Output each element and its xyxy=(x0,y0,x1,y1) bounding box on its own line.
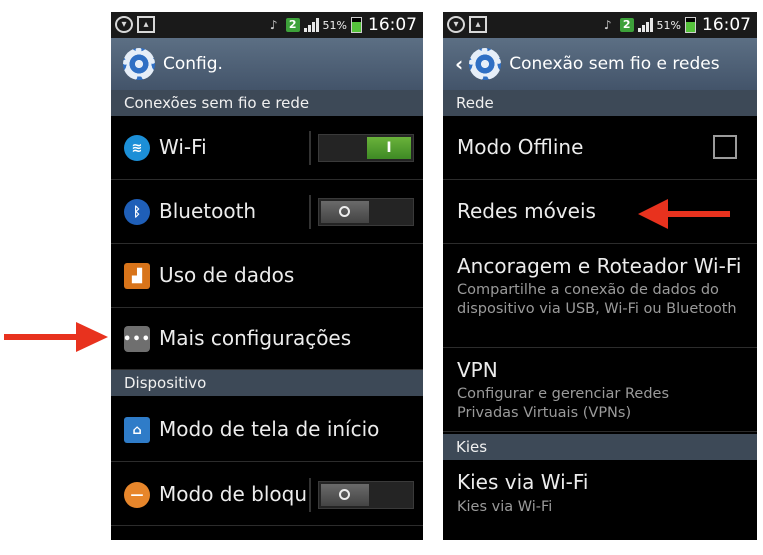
settings-screen-left: ▾ ▴ ♪ 2 51% 16:07 Config. Conexões sem f… xyxy=(111,12,423,540)
settings-item-label: Wi-Fi xyxy=(159,135,207,159)
home-screen-icon: ⌂ xyxy=(124,417,150,443)
settings-item-description: Configurar e gerenciar Redes Privadas Vi… xyxy=(457,386,670,421)
settings-item-kies-wifi[interactable]: Kies via Wi-Fi Kies via Wi-Fi xyxy=(443,460,757,526)
clock: 16:07 xyxy=(368,15,417,35)
settings-item-label: Modo de tela de início xyxy=(159,417,380,441)
settings-item-block-mode[interactable]: — Modo de bloqu xyxy=(111,462,423,526)
settings-item-label: Uso de dados xyxy=(159,263,295,287)
settings-item-label: Modo Offline xyxy=(457,135,584,159)
settings-item-label: Mais configurações xyxy=(159,326,352,350)
status-bar: ▾ ▴ ♪ 2 51% 16:07 xyxy=(111,12,423,38)
battery-icon xyxy=(351,17,362,33)
image-notification-icon: ▴ xyxy=(469,16,487,33)
settings-item-tethering[interactable]: Ancoragem e Roteador Wi-Fi Compartilhe a… xyxy=(443,244,757,348)
section-header-kies: Kies xyxy=(443,434,757,460)
settings-item-label: Kies via Wi-Fi xyxy=(457,470,589,494)
settings-item-label: Modo de bloqu xyxy=(159,482,307,506)
gear-icon[interactable] xyxy=(469,48,502,80)
bluetooth-icon: ᛒ xyxy=(124,199,150,225)
signal-icon xyxy=(637,18,653,32)
status-bar: ▾ ▴ ♪ 2 51% 16:07 xyxy=(443,12,757,38)
settings-item-wifi[interactable]: ≋ Wi-Fi I xyxy=(111,116,423,180)
section-header-wireless: Conexões sem fio e rede xyxy=(111,90,423,116)
toggle-on-knob: I xyxy=(367,137,411,159)
offline-mode-checkbox[interactable] xyxy=(713,135,737,159)
battery-icon xyxy=(685,17,696,33)
section-header-network: Rede xyxy=(443,90,757,116)
more-icon: ••• xyxy=(123,326,150,352)
settings-item-vpn[interactable]: VPN Configurar e gerenciar Redes Privada… xyxy=(443,348,757,432)
toggle-off-knob xyxy=(321,201,369,223)
wifi-toggle[interactable]: I xyxy=(318,134,414,162)
notification-badge: 2 xyxy=(285,18,300,32)
toggle-off-knob xyxy=(321,484,369,506)
annotation-arrow-left xyxy=(638,199,730,229)
gear-icon[interactable] xyxy=(123,48,155,80)
settings-item-data-usage[interactable]: ▟ Uso de dados xyxy=(111,244,423,308)
annotation-arrow-right xyxy=(4,322,108,352)
settings-item-offline-mode[interactable]: Modo Offline xyxy=(443,116,757,180)
settings-item-label: Ancoragem e Roteador Wi-Fi xyxy=(457,254,742,278)
settings-item-label: Redes móveis xyxy=(457,199,596,223)
settings-item-label: Bluetooth xyxy=(159,199,257,223)
alarm-icon: ♪ xyxy=(269,18,278,32)
notification-icon: ▾ xyxy=(115,16,133,33)
settings-item-label: VPN xyxy=(457,358,498,382)
signal-icon xyxy=(303,18,319,32)
divider xyxy=(309,478,311,512)
action-bar: Config. xyxy=(111,38,423,90)
settings-item-home-screen-mode[interactable]: ⌂ Modo de tela de início xyxy=(111,396,423,462)
bluetooth-toggle[interactable] xyxy=(318,198,414,226)
settings-item-more[interactable]: ••• Mais configurações xyxy=(111,308,423,370)
divider xyxy=(309,195,311,229)
image-notification-icon: ▴ xyxy=(137,16,155,33)
battery-percent: 51% xyxy=(322,18,347,32)
action-bar: ‹ Conexão sem fio e redes xyxy=(443,38,757,90)
settings-item-description: Compartilhe a conexão de dados do dispos… xyxy=(457,282,737,317)
block-mode-toggle[interactable] xyxy=(318,481,414,509)
settings-item-bluetooth[interactable]: ᛒ Bluetooth xyxy=(111,180,423,244)
block-mode-icon: — xyxy=(124,482,150,508)
divider xyxy=(309,131,311,165)
wifi-icon: ≋ xyxy=(124,135,150,161)
battery-percent: 51% xyxy=(656,18,681,32)
data-usage-icon: ▟ xyxy=(124,263,150,289)
settings-screen-right: ▾ ▴ ♪ 2 51% 16:07 ‹ Conexão sem fio e re… xyxy=(443,12,757,540)
alarm-icon: ♪ xyxy=(603,18,612,32)
notification-badge: 2 xyxy=(619,18,634,32)
back-chevron-icon[interactable]: ‹ xyxy=(455,52,463,76)
page-title: Config. xyxy=(163,54,223,74)
clock: 16:07 xyxy=(702,15,751,35)
page-title: Conexão sem fio e redes xyxy=(509,54,720,74)
section-header-device: Dispositivo xyxy=(111,370,423,396)
notification-icon: ▾ xyxy=(447,16,465,33)
settings-item-description: Kies via Wi-Fi xyxy=(457,499,553,515)
